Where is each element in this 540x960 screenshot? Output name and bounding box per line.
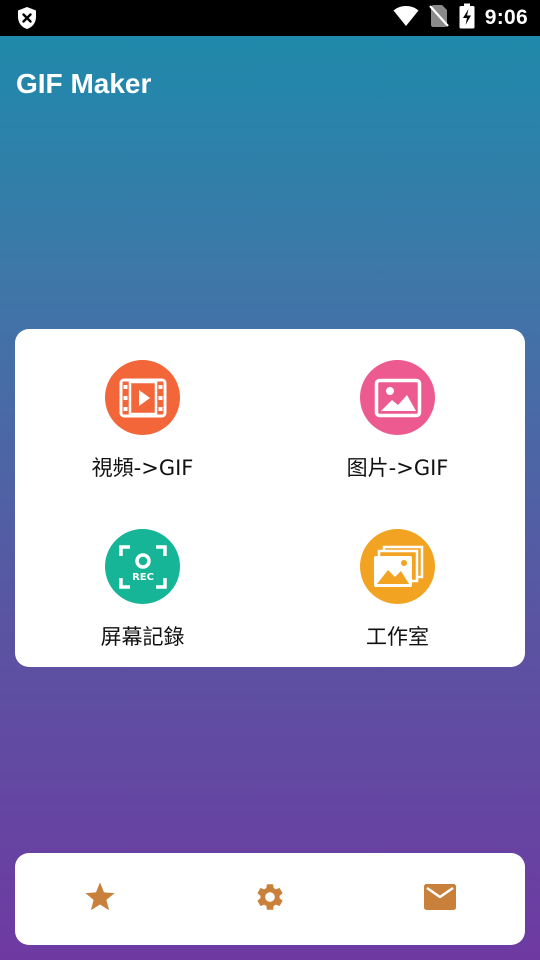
star-icon [83,881,117,917]
studio-label: 工作室 [366,625,429,649]
image-to-gif-button[interactable]: 图片->GIF [270,329,525,498]
mail-button[interactable] [355,853,525,945]
settings-button[interactable] [185,853,355,945]
app-screen: 9:06 GIF Maker 視頻->GIF 图片->GIF REC 屏幕記錄 … [0,0,540,960]
gallery-stack-icon [360,529,435,604]
screen-record-button[interactable]: REC 屏幕記錄 [15,498,270,667]
gear-icon [254,881,286,917]
menu-card: 視頻->GIF 图片->GIF REC 屏幕記錄 工作室 [15,329,525,667]
favorite-button[interactable] [15,853,185,945]
bottom-bar [15,853,525,945]
no-sim-icon [428,4,449,32]
image-to-gif-label: 图片->GIF [346,456,449,480]
screen-record-label: 屏幕記錄 [100,625,185,649]
wifi-icon [393,5,419,31]
shield-x-icon [16,6,38,30]
studio-button[interactable]: 工作室 [270,498,525,667]
video-film-icon [105,360,180,435]
mail-icon [423,883,457,915]
svg-text:REC: REC [132,572,154,583]
status-bar: 9:06 [0,0,540,36]
status-icons: 9:06 [393,0,528,36]
video-to-gif-button[interactable]: 視頻->GIF [15,329,270,498]
screen-record-icon: REC [105,529,180,604]
video-to-gif-label: 視頻->GIF [91,456,194,480]
battery-charging-icon [459,3,475,33]
app-title: GIF Maker [16,68,152,99]
image-icon [360,360,435,435]
status-time: 9:06 [484,6,528,29]
